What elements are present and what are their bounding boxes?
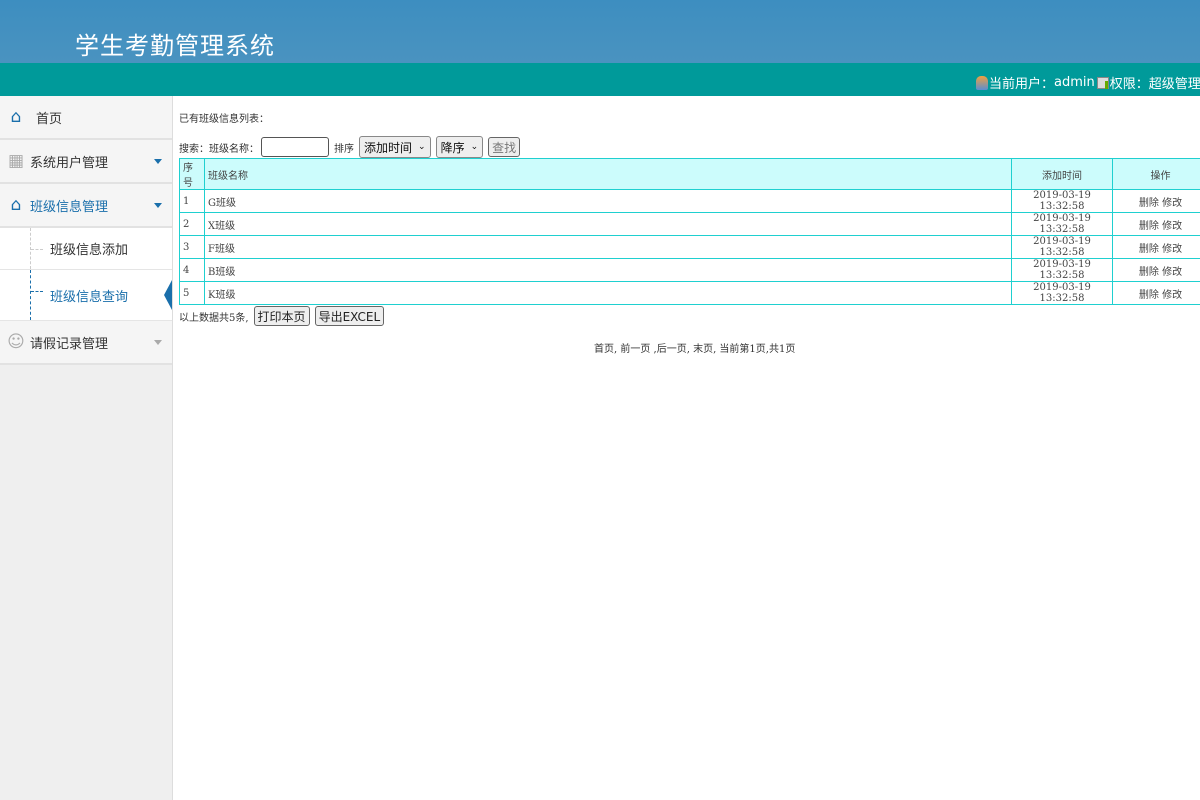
delete-link[interactable]: 删除 bbox=[1139, 267, 1159, 278]
sidebar: ⌂ 首页 ▦ 系统用户管理 ⌂ 班级信息管理 班级信息添加 班级信息查询 ☺ 请假记录管… bbox=[0, 96, 173, 800]
class-table: 序号 班级名称 添加时间 操作 1 G班级 2019-03-19 13:32:58 删… bbox=[179, 158, 1200, 305]
app-header: 学生考勤管理系统 bbox=[0, 0, 1200, 63]
sidebar-item-class-management[interactable]: ⌂ 班级信息管理 bbox=[0, 184, 172, 228]
sidebar-item-label: 系统用户管理 bbox=[30, 155, 109, 171]
sidebar-subitem-label: 班级信息查询 bbox=[50, 289, 129, 305]
delete-link[interactable]: 删除 bbox=[1139, 244, 1159, 255]
row-name: X班级 bbox=[204, 212, 1012, 236]
sidebar-subitem-label: 班级信息添加 bbox=[50, 243, 129, 258]
row-no: 5 bbox=[179, 281, 205, 305]
total-text: 以上数据共5条, bbox=[179, 312, 249, 324]
row-actions: 删除 修改 bbox=[1112, 235, 1200, 259]
edit-link[interactable]: 修改 bbox=[1162, 267, 1182, 278]
role: 超级管理员 bbox=[1148, 77, 1200, 92]
class-name-input[interactable] bbox=[261, 137, 329, 157]
edit-link[interactable]: 修改 bbox=[1162, 244, 1182, 255]
print-button[interactable]: 打印本页 bbox=[253, 306, 310, 326]
chevron-down-icon bbox=[154, 159, 162, 164]
table-footer: 以上数据共5条, 打印本页 导出EXCEL bbox=[179, 306, 385, 326]
table-row: 2 X班级 2019-03-19 13:32:58 删除 修改 bbox=[179, 212, 1200, 236]
sidebar-item-label: 请假记录管理 bbox=[30, 336, 109, 352]
row-time: 2019-03-19 13:32:58 bbox=[1011, 212, 1113, 236]
app-title: 学生考勤管理系统 bbox=[75, 32, 275, 60]
table-row: 5 K班级 2019-03-19 13:32:58 删除 修改 bbox=[179, 281, 1200, 305]
users-icon: ☺ bbox=[7, 332, 25, 352]
sidebar-item-label: 班级信息管理 bbox=[30, 199, 109, 215]
row-name: G班级 bbox=[204, 189, 1012, 213]
delete-link[interactable]: 删除 bbox=[1139, 290, 1159, 301]
table-row: 3 F班级 2019-03-19 13:32:58 删除 修改 bbox=[179, 235, 1200, 259]
col-time: 添加时间 bbox=[1011, 158, 1113, 190]
grid-icon: ▦ bbox=[7, 151, 25, 171]
sidebar-item-leave-records[interactable]: ☺ 请假记录管理 bbox=[0, 321, 172, 365]
search-bar: 搜索：班级名称： 排序 添加时间 ⌄ 降序 ⌄ 查找 bbox=[179, 136, 521, 158]
sidebar-subitem-class-query[interactable]: 班级信息查询 bbox=[0, 270, 172, 321]
edit-link[interactable]: 修改 bbox=[1162, 221, 1182, 232]
row-actions: 删除 修改 bbox=[1112, 258, 1200, 282]
chevron-down-icon bbox=[154, 340, 162, 345]
row-no: 3 bbox=[179, 235, 205, 259]
sort-order-select[interactable]: 降序 ⌄ bbox=[435, 136, 484, 158]
sidebar-subitem-class-add[interactable]: 班级信息添加 bbox=[0, 228, 172, 270]
current-user: admin bbox=[1054, 75, 1095, 90]
row-time: 2019-03-19 13:32:58 bbox=[1011, 281, 1113, 305]
sidebar-item-label: 首页 bbox=[36, 111, 63, 127]
col-no: 序号 bbox=[179, 158, 205, 190]
list-title: 已有班级信息列表： bbox=[179, 114, 269, 125]
row-no: 4 bbox=[179, 258, 205, 282]
user-bar: 当前用户： admin 权限： 超级管理员 退出 bbox=[0, 63, 1200, 96]
sidebar-item-system-users[interactable]: ▦ 系统用户管理 bbox=[0, 140, 172, 184]
row-time: 2019-03-19 13:32:58 bbox=[1011, 258, 1113, 282]
current-user-label: 当前用户： bbox=[989, 77, 1055, 92]
chevron-down-icon: ⌄ bbox=[418, 142, 426, 152]
chevron-down-icon bbox=[154, 203, 162, 208]
row-time: 2019-03-19 13:32:58 bbox=[1011, 235, 1113, 259]
row-actions: 删除 修改 bbox=[1112, 189, 1200, 213]
sort-field-value: 添加时间 bbox=[364, 140, 413, 155]
pagination[interactable]: 首页, 前一页 ,后一页, 末页, 当前第1页,共1页 bbox=[594, 340, 795, 355]
sidebar-item-home[interactable]: ⌂ 首页 bbox=[0, 96, 172, 140]
table-header: 序号 班级名称 添加时间 操作 bbox=[179, 158, 1200, 190]
row-name: K班级 bbox=[204, 281, 1012, 305]
role-label: 权限： bbox=[1109, 77, 1149, 92]
chevron-down-icon: ⌄ bbox=[470, 142, 479, 152]
sort-field-select[interactable]: 添加时间 ⌄ bbox=[359, 136, 431, 158]
table-row: 1 G班级 2019-03-19 13:32:58 删除 修改 bbox=[179, 189, 1200, 213]
col-actions: 操作 bbox=[1112, 158, 1200, 190]
home-icon: ⌂ bbox=[10, 195, 22, 215]
row-actions: 删除 修改 bbox=[1112, 212, 1200, 236]
user-icon bbox=[976, 75, 988, 90]
delete-link[interactable]: 删除 bbox=[1139, 198, 1159, 209]
row-time: 2019-03-19 13:32:58 bbox=[1011, 189, 1113, 213]
permission-icon bbox=[1096, 76, 1109, 89]
edit-link[interactable]: 修改 bbox=[1162, 290, 1182, 301]
home-icon: ⌂ bbox=[10, 107, 22, 127]
sort-label: 排序 bbox=[334, 143, 354, 155]
search-label: 搜索：班级名称： bbox=[179, 143, 259, 155]
active-indicator bbox=[164, 280, 172, 310]
row-name: B班级 bbox=[204, 258, 1012, 282]
row-no: 1 bbox=[179, 189, 205, 213]
table-row: 4 B班级 2019-03-19 13:32:58 删除 修改 bbox=[179, 258, 1200, 282]
row-no: 2 bbox=[179, 212, 205, 236]
delete-link[interactable]: 删除 bbox=[1139, 221, 1159, 232]
export-excel-button[interactable]: 导出EXCEL bbox=[314, 306, 385, 326]
sort-order-value: 降序 bbox=[440, 140, 465, 155]
edit-link[interactable]: 修改 bbox=[1162, 198, 1182, 209]
find-button[interactable]: 查找 bbox=[488, 137, 521, 157]
col-name: 班级名称 bbox=[204, 158, 1012, 190]
row-actions: 删除 修改 bbox=[1112, 281, 1200, 305]
row-name: F班级 bbox=[204, 235, 1012, 259]
